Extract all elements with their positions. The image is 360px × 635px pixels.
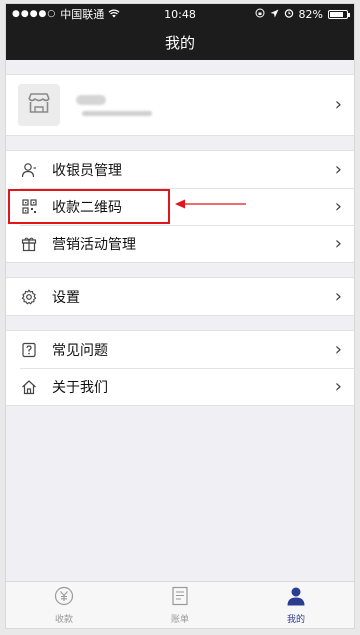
gift-box-icon — [20, 235, 38, 253]
phone-screen: ●●●●○ 中国联通 10:48 82% 我的 › 收银员管理 › 收款二维码 … — [5, 3, 355, 629]
chevron-right-icon: › — [334, 94, 342, 115]
tab-bills[interactable]: 账单 — [122, 582, 238, 628]
menu-item-cashier-management[interactable]: 收银员管理 › — [6, 151, 354, 188]
battery-icon — [328, 9, 350, 19]
bill-icon — [171, 586, 189, 609]
chevron-right-icon: › — [334, 338, 342, 360]
menu-item-settings[interactable]: 设置 › — [6, 278, 354, 315]
chevron-right-icon: › — [334, 375, 342, 397]
menu-group-settings: 设置 › — [6, 277, 354, 316]
wifi-icon — [108, 8, 120, 21]
menu-label: 设置 — [52, 289, 80, 306]
menu-item-about-us[interactable]: 关于我们 › — [6, 368, 354, 405]
gear-icon — [20, 288, 38, 306]
battery-percent: 82% — [298, 7, 323, 21]
status-left: ●●●●○ 中国联通 — [12, 6, 120, 22]
redacted-name — [76, 94, 106, 105]
page-title: 我的 — [164, 33, 195, 52]
tab-receive-payment[interactable]: 收款 — [6, 582, 122, 628]
menu-label: 收款二维码 — [52, 199, 122, 216]
profile-card[interactable]: › — [6, 74, 354, 136]
menu-item-faq[interactable]: 常见问题 › — [6, 331, 354, 368]
lock-rotation-icon — [255, 8, 265, 21]
tab-bar: 收款 账单 我的 — [6, 581, 354, 628]
tab-mine[interactable]: 我的 — [238, 582, 354, 628]
redacted-id — [82, 110, 152, 116]
menu-group-management: 收银员管理 › 收款二维码 › 营销活动管理 › — [6, 150, 354, 263]
store-name-redacted — [76, 94, 152, 116]
status-bar: ●●●●○ 中国联通 10:48 82% — [6, 4, 354, 24]
tab-label: 收款 — [54, 614, 73, 625]
yuan-coin-icon — [54, 586, 74, 609]
location-icon — [270, 8, 279, 21]
store-icon — [27, 92, 51, 118]
chevron-right-icon: › — [334, 232, 342, 254]
nav-bar: 我的 — [6, 24, 354, 60]
chevron-right-icon: › — [334, 285, 342, 307]
alarm-icon — [284, 8, 294, 21]
menu-label: 关于我们 — [52, 379, 108, 396]
menu-label: 营销活动管理 — [52, 236, 136, 253]
menu-group-help: 常见问题 › 关于我们 › — [6, 330, 354, 406]
cashier-user-icon — [20, 161, 38, 179]
qr-code-icon — [20, 198, 38, 216]
user-icon — [286, 586, 306, 609]
question-icon — [20, 341, 38, 359]
menu-label: 收银员管理 — [52, 162, 122, 179]
chevron-right-icon: › — [334, 195, 342, 217]
menu-label: 常见问题 — [52, 342, 108, 359]
carrier-name: 中国联通 — [60, 8, 105, 21]
home-icon — [20, 378, 38, 396]
chevron-right-icon: › — [334, 158, 342, 180]
signal-dots-icon: ●●●●○ — [12, 9, 57, 19]
tab-label: 账单 — [170, 614, 189, 625]
store-avatar — [18, 84, 60, 126]
menu-item-marketing-management[interactable]: 营销活动管理 › — [6, 225, 354, 262]
annotation-arrow-icon — [175, 199, 246, 209]
tab-label: 我的 — [286, 614, 305, 625]
status-right: 82% — [255, 7, 350, 21]
menu-item-qr-code[interactable]: 收款二维码 › — [6, 188, 354, 225]
